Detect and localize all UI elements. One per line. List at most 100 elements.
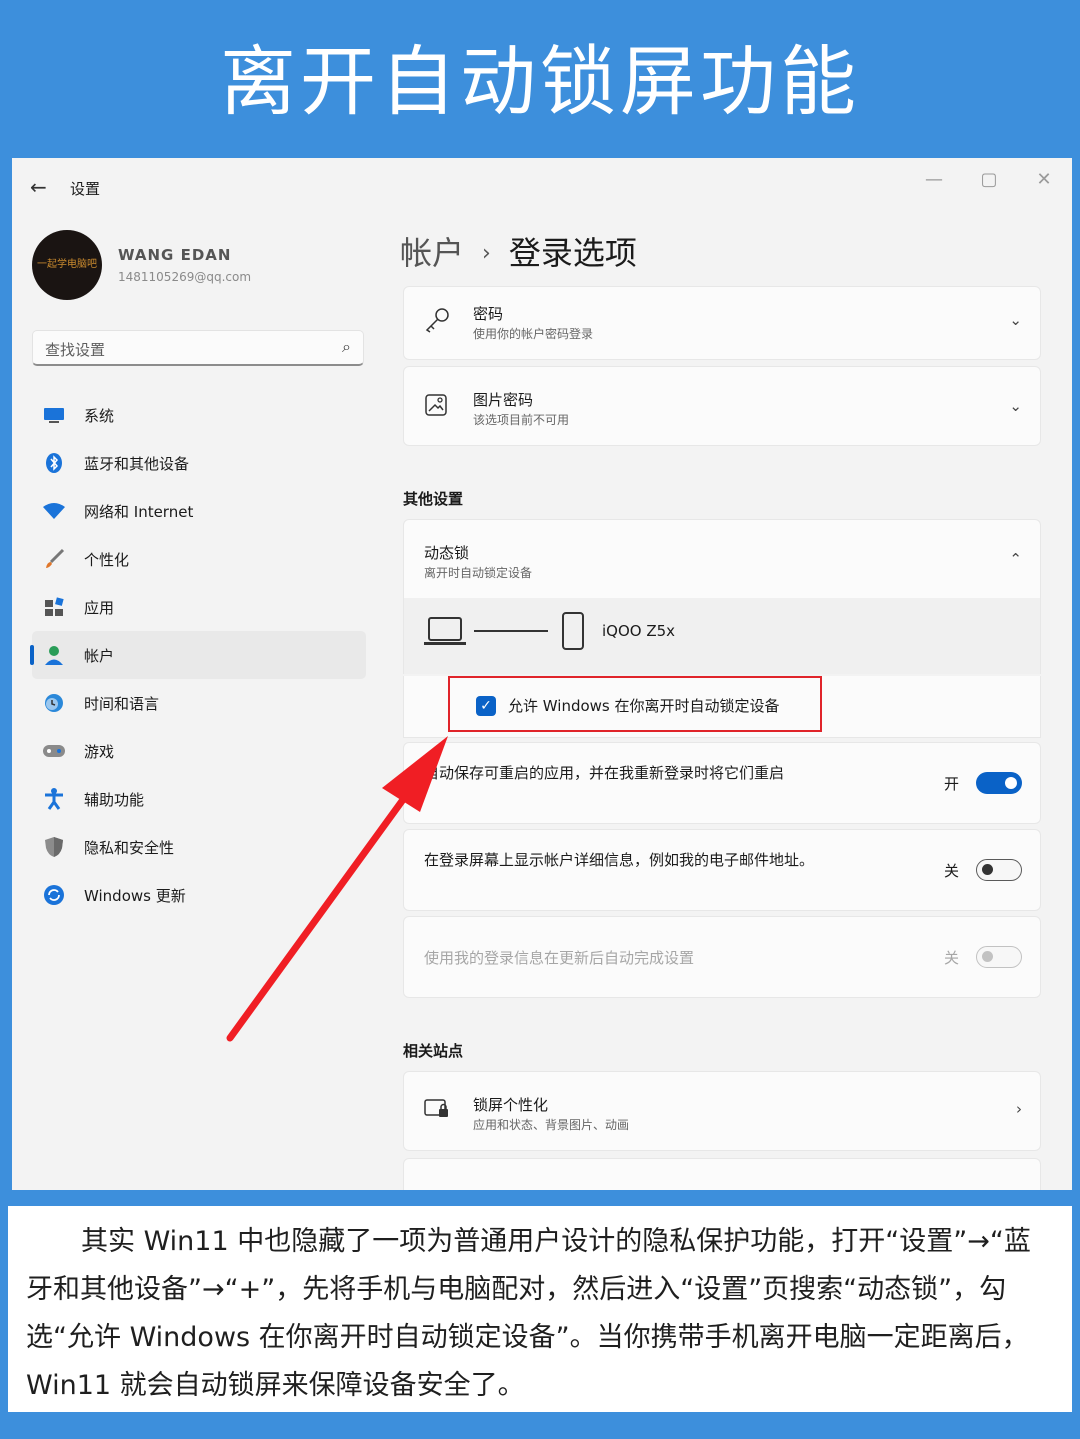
key-icon [424,307,450,339]
sidebar-item-label: 隐私和安全性 [84,838,175,857]
sidebar-item-label: 游戏 [84,742,115,761]
connection-line [474,630,548,632]
user-email: 1481105269@qq.com [118,270,252,284]
sidebar-item-bluetooth[interactable]: 蓝牙和其他设备 [32,439,366,487]
auto-lock-row: ✓ 允许 Windows 在你离开时自动锁定设备 [403,676,1041,738]
sidebar-item-system[interactable]: 系统 [32,391,366,439]
toggle-knob [1005,777,1017,789]
sidebar-item-windows-update[interactable]: Windows 更新 [32,871,366,919]
sidebar-item-label: 帐户 [84,646,115,665]
account-details-toggle[interactable] [976,859,1022,881]
bluetooth-icon [42,451,66,475]
paired-device-panel: iQOO Z5x [403,598,1041,674]
device-name: iQOO Z5x [602,622,676,640]
sidebar-item-accounts[interactable]: 帐户 [30,631,366,679]
auto-finish-setup-text: 使用我的登录信息在更新后自动完成设置 [424,949,695,967]
breadcrumb-parent[interactable]: 帐户 [400,234,464,272]
restart-apps-toggle[interactable] [976,772,1022,794]
picture-password-card[interactable]: 图片密码 该选项目前不可用 ⌄ [403,366,1041,446]
toggle-knob [982,864,993,875]
sidebar-item-personalization[interactable]: 个性化 [32,535,366,583]
minimize-button[interactable]: — [919,168,949,192]
chevron-up-icon[interactable]: ⌃ [1009,550,1022,568]
page-title: 登录选项 [508,234,637,272]
sidebar-nav: 系统 蓝牙和其他设备 网络和 Internet 个性化 应用 帐户 时间和语言 [30,391,366,919]
auto-lock-checkbox[interactable]: ✓ [476,696,496,716]
phone-icon [562,612,584,650]
user-name: WANG EDAN [118,246,232,264]
search-placeholder: 查找设置 [45,341,106,359]
search-icon[interactable]: ⌕ [342,337,351,357]
caption-box: 其实 Win11 中也隐藏了一项为普通用户设计的隐私保护功能，打开“设置”→“蓝… [8,1206,1072,1412]
search-input[interactable]: 查找设置 ⌕ [32,330,364,366]
auto-lock-checkbox-label[interactable]: 允许 Windows 在你离开时自动锁定设备 [508,695,780,716]
account-details-text: 在登录屏幕上显示帐户详细信息，例如我的电子邮件地址。 [424,851,815,869]
highlight-box: ✓ 允许 Windows 在你离开时自动锁定设备 [448,676,822,732]
chevron-right-icon[interactable]: › [1016,1100,1022,1118]
sidebar-item-privacy[interactable]: 隐私和安全性 [32,823,366,871]
sidebar-item-label: 辅助功能 [84,790,145,809]
update-icon [42,883,66,907]
password-title: 密码 [473,305,504,323]
maximize-button[interactable]: ▢ [974,168,1004,192]
title-banner: 离开自动锁屏功能 [0,0,1080,150]
picture-password-subtitle: 该选项目前不可用 [473,413,570,427]
dynamic-lock-card[interactable]: 动态锁 离开时自动锁定设备 ⌃ [403,519,1041,599]
account-details-row: 在登录屏幕上显示帐户详细信息，例如我的电子邮件地址。 关 [403,829,1041,911]
account-icon [42,643,66,667]
auto-finish-setup-toggle [976,946,1022,968]
shield-icon [42,835,66,859]
restart-apps-text: 自动保存可重启的应用，并在我重新登录时将它们重启 [424,764,785,782]
monitor-icon [42,403,66,427]
picture-icon [424,393,448,423]
sidebar-item-accessibility[interactable]: 辅助功能 [32,775,366,823]
lock-screen-title: 锁屏个性化 [473,1096,549,1114]
next-card [403,1158,1041,1190]
laptop-base [424,642,466,645]
wifi-icon [42,499,66,523]
lock-screen-subtitle: 应用和状态、背景图片、动画 [473,1118,630,1132]
sidebar-item-label: 蓝牙和其他设备 [84,454,190,473]
gamepad-icon [42,739,66,763]
sidebar-item-label: 系统 [84,406,115,425]
sidebar-item-gaming[interactable]: 游戏 [32,727,366,775]
banner-title: 离开自动锁屏功能 [220,37,860,126]
clock-globe-icon [42,691,66,715]
sidebar-item-apps[interactable]: 应用 [32,583,366,631]
title-bar: ← 设置 — ▢ ✕ [12,158,1072,218]
back-arrow-icon[interactable]: ← [30,176,52,198]
sidebar-item-label: 应用 [84,598,115,617]
sidebar-item-label: 时间和语言 [84,694,160,713]
password-card[interactable]: 密码 使用你的帐户密码登录 ⌄ [403,286,1041,360]
toggle-state-label: 开 [944,775,960,793]
avatar-logo-text: 一起学电脑吧 [37,259,97,270]
lock-screen-personalization-card[interactable]: 锁屏个性化 应用和状态、背景图片、动画 › [403,1071,1041,1151]
toggle-state-label: 关 [944,949,960,967]
sidebar-item-label: 网络和 Internet [84,502,194,521]
picture-password-title: 图片密码 [473,391,534,409]
toggle-state-label: 关 [944,862,960,880]
app-title: 设置 [70,180,101,198]
avatar[interactable]: 一起学电脑吧 [32,230,102,300]
breadcrumb: 帐户 › 登录选项 [400,228,637,274]
password-subtitle: 使用你的帐户密码登录 [473,327,594,341]
brush-icon [42,547,66,571]
selection-indicator [30,645,34,665]
sidebar-item-label: 个性化 [84,550,130,569]
sidebar-item-time-language[interactable]: 时间和语言 [32,679,366,727]
related-sites-heading: 相关站点 [403,1042,464,1060]
toggle-knob [982,951,993,962]
caption-text: 其实 Win11 中也隐藏了一项为普通用户设计的隐私保护功能，打开“设置”→“蓝… [26,1226,1031,1401]
dynamic-lock-title: 动态锁 [424,544,470,562]
laptop-icon [428,617,462,641]
close-button[interactable]: ✕ [1029,168,1059,192]
settings-window: ← 设置 — ▢ ✕ 一起学电脑吧 WANG EDAN 1481105269@q… [12,158,1072,1190]
lock-screen-icon [424,1098,450,1126]
chevron-down-icon[interactable]: ⌄ [1009,311,1022,329]
chevron-down-icon[interactable]: ⌄ [1009,397,1022,415]
accessibility-icon [42,787,66,811]
restart-apps-row: 自动保存可重启的应用，并在我重新登录时将它们重启 开 [403,742,1041,824]
breadcrumb-separator: › [482,241,491,266]
dynamic-lock-subtitle: 离开时自动锁定设备 [424,566,533,580]
sidebar-item-network[interactable]: 网络和 Internet [32,487,366,535]
